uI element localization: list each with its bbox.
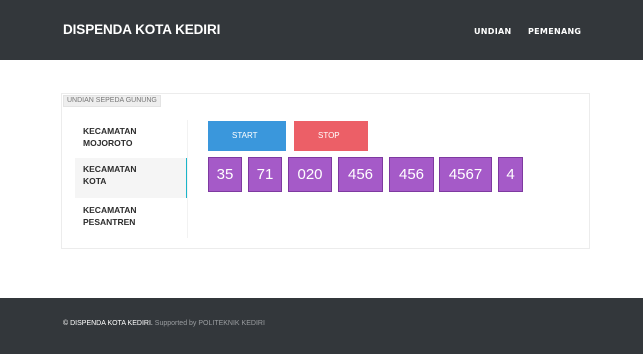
- top-navbar: DISPENDA KOTA KEDIRI UNDIAN PEMENANG: [0, 0, 643, 60]
- menu-item-line2: MOJOROTO: [83, 138, 133, 148]
- number-box: 4567: [439, 157, 492, 192]
- number-box: 4: [498, 157, 523, 192]
- menu-item-pesantren[interactable]: KECAMATAN PESANTREN: [75, 199, 188, 239]
- number-box: 71: [248, 157, 282, 192]
- menu-item-line1: KECAMATAN: [83, 164, 137, 174]
- menu-item-kota[interactable]: KECAMATAN KOTA: [75, 158, 188, 198]
- menu-item-mojoroto[interactable]: KECAMATAN MOJOROTO: [75, 120, 188, 160]
- brand-title[interactable]: DISPENDA KOTA KEDIRI: [63, 22, 220, 37]
- menu-item-line1: KECAMATAN: [83, 205, 137, 215]
- page-footer: © DISPENDA KOTA KEDIRI. Supported by POL…: [0, 298, 643, 354]
- number-box: 456: [389, 157, 434, 192]
- menu-divider: [187, 120, 188, 238]
- start-button[interactable]: START: [208, 121, 286, 151]
- panel-title: UNDIAN SEPEDA GUNUNG: [63, 95, 161, 107]
- footer-copyright: © DISPENDA KOTA KEDIRI.: [63, 320, 153, 327]
- menu-item-line1: KECAMATAN: [83, 126, 137, 136]
- lottery-panel: UNDIAN SEPEDA GUNUNG KECAMATAN MOJOROTO …: [61, 93, 590, 249]
- footer-supported: Supported by POLITEKNIK KEDIRI: [154, 320, 265, 327]
- number-box: 456: [338, 157, 383, 192]
- nav-link-undian[interactable]: UNDIAN: [474, 27, 512, 36]
- number-box: 35: [208, 157, 242, 192]
- menu-item-line2: PESANTREN: [83, 217, 136, 227]
- menu-item-line2: KOTA: [83, 176, 107, 186]
- stop-button[interactable]: STOP: [294, 121, 368, 151]
- footer-text: © DISPENDA KOTA KEDIRI. Supported by POL…: [63, 320, 265, 327]
- number-box: 020: [288, 157, 332, 192]
- nav-link-pemenang[interactable]: PEMENANG: [528, 27, 581, 36]
